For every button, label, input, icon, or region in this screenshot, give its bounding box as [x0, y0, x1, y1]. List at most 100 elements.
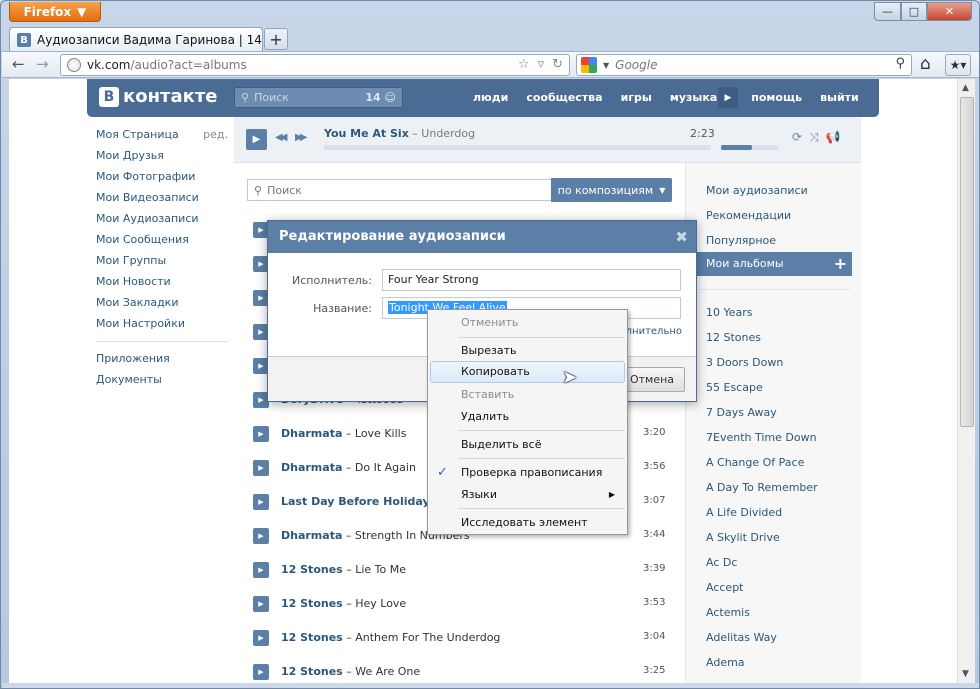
menu-my-page[interactable]: Моя Страница ред.: [96, 128, 228, 149]
volume-slider[interactable]: [721, 145, 778, 150]
cancel-button[interactable]: Отмена: [619, 367, 685, 392]
play-icon[interactable]: ▶: [253, 562, 269, 578]
maximize-button[interactable]: □: [901, 2, 927, 21]
ctx-copy[interactable]: Копировать: [430, 361, 625, 383]
home-icon[interactable]: ⌂: [920, 54, 931, 74]
play-icon[interactable]: ▶: [246, 129, 267, 150]
artist-field[interactable]: Four Year Strong: [382, 269, 681, 291]
mouse-cursor-icon: ➤: [562, 367, 578, 388]
vk-search-input[interactable]: ⚲ Поиск 14 ☺: [234, 87, 403, 108]
nav-communities[interactable]: сообщества: [526, 91, 602, 104]
play-icon[interactable]: ▶: [253, 460, 269, 476]
forward-arrow-icon[interactable]: →: [36, 55, 49, 73]
broadcast-icon[interactable]: 📢: [826, 130, 841, 145]
album-item[interactable]: Accept: [706, 581, 744, 594]
album-item[interactable]: A Life Divided: [706, 506, 782, 519]
dropdown-arrow-icon[interactable]: ▼: [603, 61, 609, 70]
page-scrollbar[interactable]: ▲ ▼: [957, 79, 975, 683]
album-item[interactable]: 10 Years: [706, 306, 753, 319]
reload-icon[interactable]: ↻: [552, 57, 563, 72]
url-bar[interactable]: vk.com/audio?act=albums ☆ ▿ ↻: [60, 54, 570, 76]
menu-my-photos[interactable]: Мои Фотографии: [96, 170, 228, 191]
scroll-down-icon[interactable]: ▼: [962, 669, 969, 679]
menu-my-videos[interactable]: Мои Видеозаписи: [96, 191, 228, 212]
previous-track-icon[interactable]: ◀◀: [275, 132, 288, 143]
dropdown-arrow-icon[interactable]: ▿: [538, 57, 545, 72]
close-icon[interactable]: ✖: [675, 221, 688, 253]
search-icon[interactable]: ⚲: [895, 56, 905, 71]
bookmarks-menu-button[interactable]: ★▾: [945, 54, 971, 76]
shuffle-icon[interactable]: ⤨: [809, 130, 819, 145]
minimize-button[interactable]: —: [874, 2, 901, 21]
bookmark-star-icon[interactable]: ☆: [518, 57, 530, 72]
sidebar-item-popular[interactable]: Популярное: [706, 234, 776, 247]
nav-logout[interactable]: выйти: [820, 91, 859, 104]
menu-my-messages[interactable]: Мои Сообщения: [96, 233, 228, 254]
menu-my-settings[interactable]: Мои Настройки: [96, 317, 228, 338]
new-tab-button[interactable]: +: [264, 28, 288, 50]
track-row[interactable]: ▶ 12 Stones – Hey Love 3:53: [253, 593, 665, 627]
add-album-icon[interactable]: +: [834, 252, 847, 276]
menu-my-audio[interactable]: Мои Аудиозаписи: [96, 212, 228, 233]
sidebar-item-recommendations[interactable]: Рекомендации: [706, 209, 791, 222]
sidebar-item-my-audio[interactable]: Мои аудиозаписи: [706, 184, 808, 197]
scroll-up-icon[interactable]: ▲: [962, 83, 969, 93]
nav-help[interactable]: помощь: [751, 91, 802, 104]
ctx-select-all[interactable]: Выделить всё: [430, 434, 625, 456]
ctx-undo[interactable]: Отменить: [430, 312, 625, 334]
header-play-icon[interactable]: ▶: [718, 87, 738, 108]
play-icon[interactable]: ▶: [253, 426, 269, 442]
album-item[interactable]: Adelitas Way: [706, 631, 777, 644]
album-item[interactable]: A Day To Remember: [706, 481, 818, 494]
back-arrow-icon[interactable]: ←: [12, 55, 25, 73]
nav-people[interactable]: люди: [473, 91, 508, 104]
menu-apps[interactable]: Приложения: [96, 352, 228, 373]
album-item[interactable]: Ac Dc: [706, 556, 737, 569]
album-item[interactable]: 12 Stones: [706, 331, 761, 344]
nav-music[interactable]: музыка: [670, 91, 717, 104]
album-item[interactable]: A Skylit Drive: [706, 531, 780, 544]
album-item[interactable]: 3 Doors Down: [706, 356, 783, 369]
play-icon[interactable]: ▶: [253, 528, 269, 544]
play-icon[interactable]: ▶: [253, 630, 269, 646]
menu-my-bookmarks[interactable]: Мои Закладки: [96, 296, 228, 317]
album-item[interactable]: Actemis: [706, 606, 750, 619]
progress-bar[interactable]: [324, 145, 711, 150]
play-icon[interactable]: ▶: [253, 664, 269, 680]
play-icon[interactable]: ▶: [253, 596, 269, 612]
menu-documents[interactable]: Документы: [96, 373, 228, 394]
repeat-icon[interactable]: ⟳: [792, 130, 802, 145]
vk-logo[interactable]: В контакте: [99, 86, 217, 107]
web-search-bar[interactable]: ▼ Google ⚲: [576, 54, 912, 76]
track-row[interactable]: ▶ 12 Stones – We Are One 3:25: [253, 661, 665, 683]
browser-window: Firefox ▼ — □ ✕ B Аудиозаписи Вадима Гар…: [0, 0, 980, 689]
ctx-spellcheck[interactable]: ✓ Проверка правописания: [430, 462, 625, 484]
audio-search-input[interactable]: ⚲ Поиск: [247, 179, 552, 201]
next-track-icon[interactable]: ▶▶: [295, 132, 308, 143]
browser-tab[interactable]: B Аудиозаписи Вадима Гаринова | 1424 а..…: [9, 27, 263, 52]
track-row[interactable]: ▶ 12 Stones – Lie To Me 3:39: [253, 559, 665, 593]
ctx-delete[interactable]: Удалить: [430, 406, 625, 428]
menu-my-news[interactable]: Мои Новости: [96, 275, 228, 296]
track-row[interactable]: ▶ 12 Stones – Anthem For The Underdog 3:…: [253, 627, 665, 661]
menu-my-friends[interactable]: Мои Друзья: [96, 149, 228, 170]
firefox-menu-button[interactable]: Firefox ▼: [9, 2, 101, 22]
edit-link[interactable]: ред.: [203, 128, 228, 142]
nav-games[interactable]: игры: [621, 91, 652, 104]
album-item[interactable]: Adema: [706, 656, 745, 669]
ctx-inspect[interactable]: Исследовать элемент: [430, 512, 625, 534]
search-mode-dropdown[interactable]: по композициям ▼: [551, 178, 672, 202]
menu-my-groups[interactable]: Мои Группы: [96, 254, 228, 275]
scrollbar-thumb[interactable]: [960, 97, 974, 427]
album-item[interactable]: 7Eventh Time Down: [706, 431, 817, 444]
more-options-link[interactable]: олнительно: [620, 326, 682, 337]
album-item[interactable]: 7 Days Away: [706, 406, 777, 419]
album-item[interactable]: 55 Escape: [706, 381, 763, 394]
ctx-languages[interactable]: Языки ▶: [430, 484, 625, 506]
ctx-cut[interactable]: Вырезать: [430, 340, 625, 362]
play-icon[interactable]: ▶: [253, 494, 269, 510]
album-item[interactable]: A Change Of Pace: [706, 456, 804, 469]
close-window-button[interactable]: ✕: [927, 2, 972, 21]
sidebar-item-my-albums[interactable]: Мои альбомы +: [686, 252, 852, 276]
ctx-paste[interactable]: Вставить: [430, 384, 625, 406]
